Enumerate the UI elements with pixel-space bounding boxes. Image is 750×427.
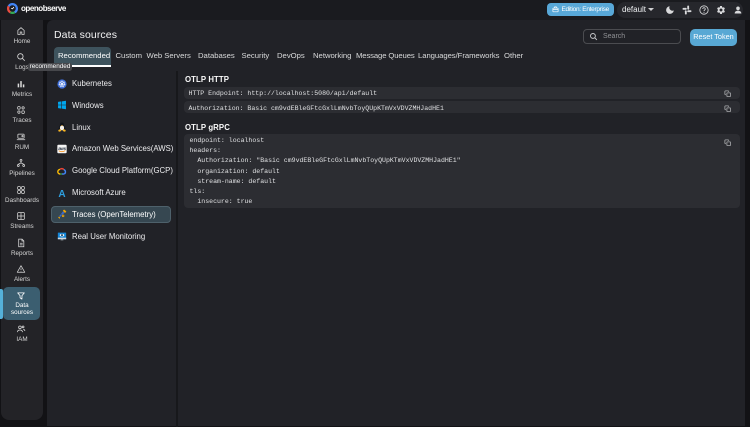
- svg-text:aws: aws: [58, 146, 66, 151]
- svg-text:A: A: [58, 188, 65, 197]
